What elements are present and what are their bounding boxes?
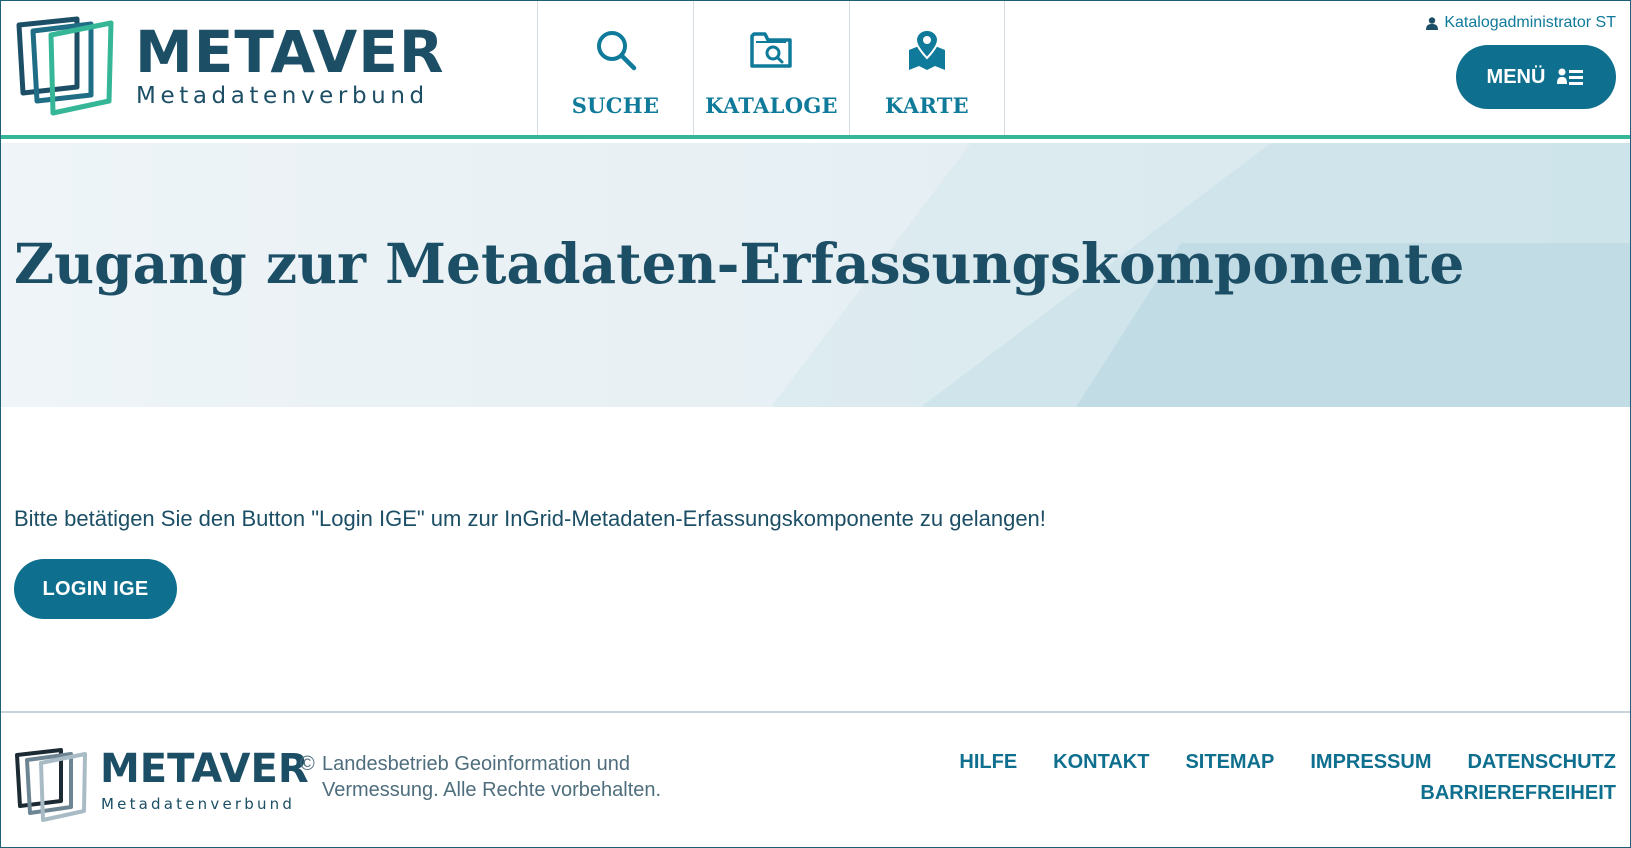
nav-label-kataloge: KATALOGE — [705, 93, 838, 118]
menu-list-icon — [1557, 68, 1584, 85]
metaver-footer-logo-icon — [15, 748, 87, 822]
copyright-text: Landesbetrieb Geoinformation und Vermess… — [322, 753, 662, 801]
map-pin-icon — [903, 25, 951, 75]
footer-link-hilfe[interactable]: HILFE — [959, 751, 1017, 774]
footer-link-barrierefreiheit[interactable]: BARRIEREFREIHEIT — [1420, 782, 1616, 804]
user-icon — [1426, 16, 1439, 30]
footer-link-kontakt[interactable]: KONTAKT — [1053, 751, 1149, 774]
footer-link-sitemap[interactable]: SITEMAP — [1185, 751, 1274, 774]
nav-label-suche: SUCHE — [571, 93, 660, 118]
nav-item-kataloge[interactable]: KATALOGE — [693, 1, 849, 135]
user-name: Katalogadministrator ST — [1444, 14, 1616, 31]
main-nav: SUCHE KATALOGE KARTE — [537, 1, 1005, 135]
footer-link-impressum[interactable]: IMPRESSUM — [1310, 751, 1431, 774]
brand-tagline: Metadatenverbund — [136, 83, 429, 109]
nav-label-karte: KARTE — [885, 93, 969, 118]
metaver-logo-icon — [16, 16, 114, 116]
brand-name: METAVER — [135, 18, 445, 86]
footer-link-datenschutz[interactable]: DATENSCHUTZ — [1467, 751, 1616, 774]
search-icon — [592, 25, 640, 75]
menu-label: MENÜ — [1486, 65, 1546, 88]
intro-text: Bitte betätigen Sie den Button "Login IG… — [14, 506, 1046, 531]
folder-search-icon — [748, 25, 796, 75]
copyright-notice: © Landesbetrieb Geoinformation und Verme… — [300, 751, 681, 803]
hero-banner: Zugang zur Metadaten-Erfassungskomponent… — [1, 143, 1630, 407]
user-account[interactable]: Katalogadministrator ST — [1426, 14, 1616, 32]
copyright-symbol: © — [300, 753, 315, 775]
footer-logo[interactable]: METAVER Metadatenverbund — [15, 747, 309, 827]
site-logo[interactable]: METAVER Metadatenverbund — [15, 13, 444, 123]
login-ige-button[interactable]: LOGIN IGE — [14, 559, 177, 619]
menu-button[interactable]: MENÜ — [1456, 45, 1616, 109]
footer-links: HILFE KONTAKT SITEMAP IMPRESSUM DATENSCH… — [896, 751, 1616, 805]
footer-brand-tagline: Metadatenverbund — [101, 795, 296, 813]
site-header: METAVER Metadatenverbund SUCHE KATALOGE … — [1, 1, 1630, 139]
nav-item-karte[interactable]: KARTE — [849, 1, 1005, 135]
footer-brand-name: METAVER — [100, 746, 309, 792]
site-footer: METAVER Metadatenverbund © Landesbetrieb… — [1, 711, 1630, 847]
page-title: Zugang zur Metadaten-Erfassungskomponent… — [14, 231, 1465, 296]
nav-item-suche[interactable]: SUCHE — [537, 1, 693, 135]
